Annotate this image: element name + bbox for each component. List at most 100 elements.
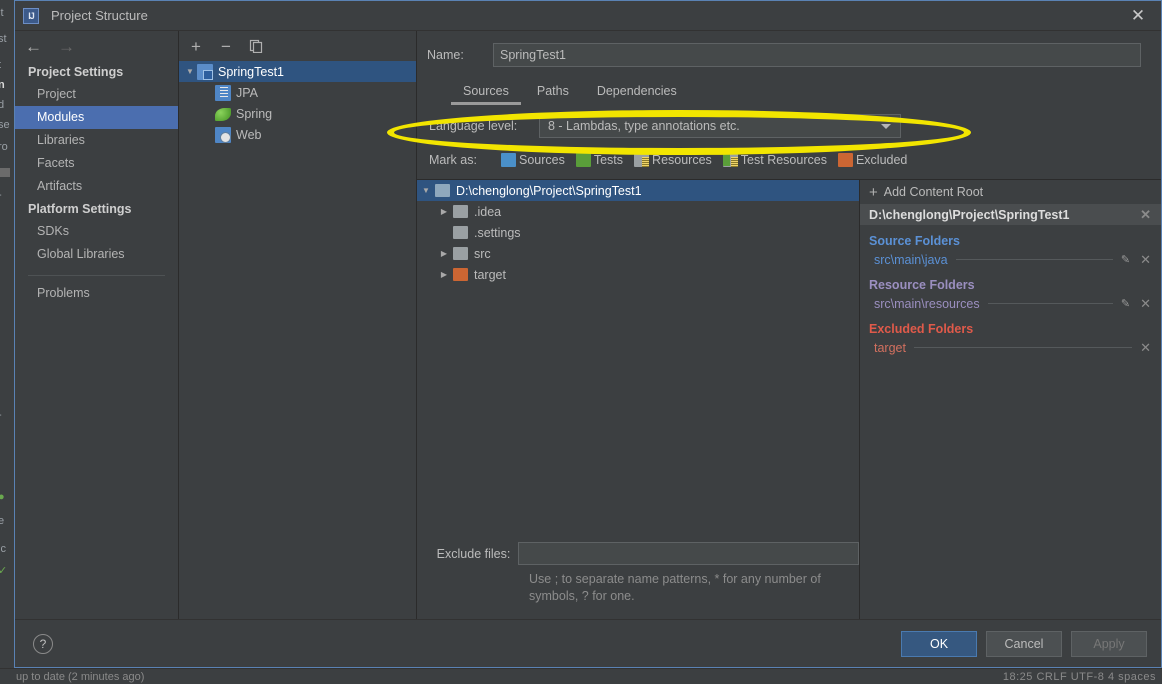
language-level-value: 8 - Lambdas, type annotations etc. bbox=[548, 119, 740, 133]
resource-folder-entry[interactable]: src\main\resources ✎ ✕ bbox=[860, 294, 1161, 313]
sidebar-item-facets[interactable]: Facets bbox=[15, 152, 178, 175]
jpa-facet-icon bbox=[215, 84, 231, 101]
strip-fragment: ✓ bbox=[0, 566, 7, 577]
module-editor-tabs: Sources Paths Dependencies bbox=[449, 75, 1161, 105]
language-level-label: Language level: bbox=[429, 119, 518, 133]
sidebar-item-modules[interactable]: Modules bbox=[15, 106, 178, 129]
project-structure-dialog: IJ Project Structure ✕ ← → Project Setti… bbox=[14, 0, 1162, 668]
mark-as-excluded-button[interactable]: Excluded bbox=[837, 153, 908, 167]
tab-paths[interactable]: Paths bbox=[523, 82, 583, 105]
excluded-folder-entry[interactable]: target ✕ bbox=[860, 338, 1161, 357]
apply-button[interactable]: Apply bbox=[1071, 630, 1147, 657]
strip-fragment: - bbox=[0, 410, 2, 421]
folder-excluded-icon bbox=[453, 268, 468, 281]
file-tree-row[interactable]: .settings bbox=[417, 222, 859, 243]
arrow-left-icon[interactable]: ← bbox=[25, 38, 42, 55]
navigation-buttons: ← → bbox=[15, 31, 178, 61]
sidebar-group-platform-settings: Platform Settings bbox=[28, 202, 132, 216]
sidebar-group-project-settings: Project Settings bbox=[28, 65, 124, 79]
module-tree-row-springtest1[interactable]: ▼ SpringTest1 bbox=[179, 61, 416, 82]
module-tree-row-spring[interactable]: Spring bbox=[179, 103, 416, 124]
entry-rule bbox=[987, 303, 1113, 304]
strip-fragment: it bbox=[0, 7, 4, 19]
source-folder-tree: ▼ D:\chenglong\Project\SpringTest1 ▶ .id… bbox=[417, 180, 860, 619]
file-tree-row[interactable]: ▼ D:\chenglong\Project\SpringTest1 bbox=[417, 180, 859, 201]
folder-content-root-icon bbox=[435, 184, 450, 197]
copy-module-icon[interactable] bbox=[248, 38, 264, 54]
edit-pencil-icon[interactable]: ✎ bbox=[1121, 297, 1130, 310]
file-tree-row[interactable]: ▶ .idea bbox=[417, 201, 859, 222]
chevron-right-icon[interactable]: ▶ bbox=[435, 207, 453, 216]
help-button[interactable]: ? bbox=[33, 633, 53, 654]
settings-sidebar: ← → Project Settings Project Modules Lib… bbox=[15, 31, 179, 619]
module-tree-row-jpa[interactable]: JPA bbox=[179, 82, 416, 103]
sidebar-item-problems[interactable]: Problems bbox=[15, 282, 178, 305]
module-tree-row-web[interactable]: Web bbox=[179, 124, 416, 145]
mark-as-tests-button[interactable]: Tests bbox=[575, 153, 623, 167]
file-tree-label: target bbox=[474, 267, 506, 282]
resource-folder-path: src\main\resources bbox=[874, 296, 980, 311]
source-folder-entry[interactable]: src\main\java ✎ ✕ bbox=[860, 250, 1161, 269]
add-content-root-button[interactable]: + Add Content Root bbox=[860, 180, 1161, 204]
mark-as-row: Mark as: Sources Tests Resources Test Re… bbox=[429, 149, 1161, 171]
plus-icon: + bbox=[869, 183, 878, 201]
file-tree-row[interactable]: ▶ src bbox=[417, 243, 859, 264]
sidebar-item-global-libraries[interactable]: Global Libraries bbox=[15, 243, 178, 266]
strip-fragment: lc bbox=[0, 543, 6, 555]
mark-as-resources-button[interactable]: Resources bbox=[634, 153, 712, 167]
dialog-body: ← → Project Settings Project Modules Lib… bbox=[15, 31, 1161, 619]
exclude-files-row: Exclude files: bbox=[417, 542, 859, 565]
chevron-down-icon[interactable] bbox=[881, 124, 891, 129]
cancel-button[interactable]: Cancel bbox=[986, 630, 1062, 657]
chevron-right-icon[interactable]: ▶ bbox=[435, 270, 453, 279]
mark-as-test-resources-button[interactable]: Test Resources bbox=[722, 153, 827, 167]
remove-excluded-folder-icon[interactable]: ✕ bbox=[1140, 340, 1151, 356]
close-icon[interactable]: ✕ bbox=[1115, 1, 1161, 31]
mark-as-test-resources-label: Test Resources bbox=[740, 153, 827, 167]
remove-source-folder-icon[interactable]: ✕ bbox=[1140, 252, 1151, 268]
file-tree-row[interactable]: ▶ target bbox=[417, 264, 859, 285]
chevron-right-icon[interactable]: ▶ bbox=[435, 249, 453, 258]
exclude-files-input[interactable] bbox=[518, 542, 859, 565]
module-name-label: Name: bbox=[427, 48, 464, 62]
sidebar-item-libraries[interactable]: Libraries bbox=[15, 129, 178, 152]
chevron-down-icon[interactable]: ▼ bbox=[417, 186, 435, 195]
add-module-button[interactable]: + bbox=[188, 38, 204, 55]
tab-dependencies[interactable]: Dependencies bbox=[583, 82, 691, 105]
sidebar-item-project[interactable]: Project bbox=[15, 83, 178, 106]
module-name-input[interactable] bbox=[493, 43, 1141, 67]
mark-as-excluded-label: Excluded bbox=[855, 153, 908, 167]
ide-status-right-text: 18:25 CRLF UTF-8 4 spaces bbox=[1002, 671, 1156, 683]
dialog-titlebar: IJ Project Structure ✕ bbox=[15, 1, 1161, 31]
sidebar-item-artifacts[interactable]: Artifacts bbox=[15, 175, 178, 198]
exclude-files-label: Exclude files: bbox=[436, 546, 511, 561]
language-level-row: Language level: 8 - Lambdas, type annota… bbox=[429, 113, 1161, 139]
tab-sources[interactable]: Sources bbox=[449, 82, 523, 105]
strip-fragment bbox=[0, 168, 10, 177]
remove-content-root-icon[interactable]: ✕ bbox=[1140, 207, 1151, 223]
ide-status-bar: up to date (2 minutes ago) 18:25 CRLF UT… bbox=[0, 668, 1162, 684]
file-tree-label: .idea bbox=[474, 204, 502, 219]
arrow-right-icon[interactable]: → bbox=[58, 38, 75, 55]
excluded-folder-path: target bbox=[874, 340, 906, 355]
exclude-files-hint: Use ; to separate name patterns, * for a… bbox=[529, 572, 821, 603]
mark-as-sources-button[interactable]: Sources bbox=[501, 153, 565, 167]
intellij-logo-icon: IJ bbox=[23, 7, 39, 24]
ok-button[interactable]: OK bbox=[901, 630, 977, 657]
folder-icon bbox=[453, 247, 468, 260]
strip-fragment: ● bbox=[0, 492, 5, 503]
file-tree-label: D:\chenglong\Project\SpringTest1 bbox=[456, 183, 642, 198]
remove-resource-folder-icon[interactable]: ✕ bbox=[1140, 296, 1151, 312]
sidebar-item-sdks[interactable]: SDKs bbox=[15, 220, 178, 243]
entry-rule bbox=[955, 259, 1113, 260]
language-level-select[interactable]: 8 - Lambdas, type annotations etc. bbox=[539, 114, 901, 138]
edit-pencil-icon[interactable]: ✎ bbox=[1121, 253, 1130, 266]
module-editor-panel: Name: Sources Paths Dependencies Languag… bbox=[417, 31, 1161, 619]
module-tree-label: Spring bbox=[236, 106, 273, 121]
strip-fragment: e bbox=[0, 516, 4, 527]
entry-rule bbox=[913, 347, 1133, 348]
dialog-title: Project Structure bbox=[51, 8, 148, 23]
remove-module-button[interactable]: − bbox=[218, 38, 234, 55]
folder-excluded-icon bbox=[837, 153, 853, 167]
chevron-down-icon[interactable]: ▼ bbox=[183, 67, 197, 76]
